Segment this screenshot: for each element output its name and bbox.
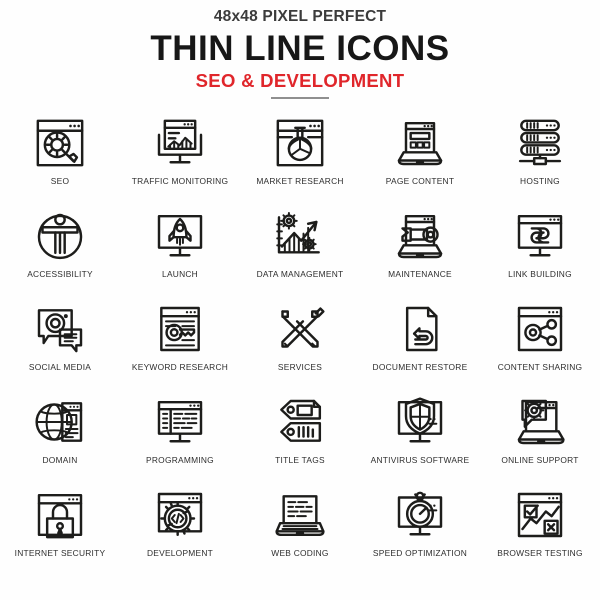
icon-label: DATA MANAGEMENT bbox=[256, 269, 344, 279]
icon-label: WEB CODING bbox=[271, 548, 329, 558]
icon-label: TRAFFIC MONITORING bbox=[131, 176, 229, 186]
icon-label: LAUNCH bbox=[162, 269, 198, 279]
icon-label: SEO bbox=[50, 176, 70, 186]
icon-label: LINK BUILDING bbox=[508, 269, 572, 279]
icon-label: SERVICES bbox=[277, 362, 323, 372]
globe-document-icon bbox=[27, 391, 93, 453]
laptop-layout-blocks-icon bbox=[387, 112, 453, 174]
browser-check-cross-chart-icon bbox=[507, 484, 573, 546]
browser-key-icon bbox=[147, 298, 213, 360]
icon-row: ACCESSIBILITY LAUNCH DATA MANAGEMENT MAI… bbox=[0, 205, 600, 298]
icon-label: MAINTENANCE bbox=[388, 269, 452, 279]
icon-row: SEO TRAFFIC MONITORING MARKET RESEARCH P… bbox=[0, 112, 600, 205]
icon-cell-title-tags[interactable]: TITLE TAGS bbox=[240, 391, 360, 484]
icon-cell-antivirus-software[interactable]: ANTIVIRUS SOFTWARE bbox=[360, 391, 480, 484]
laptop-wrench-icon bbox=[387, 205, 453, 267]
server-stack-icon bbox=[507, 112, 573, 174]
page-header: 48x48 PIXEL PERFECT THIN LINE ICONS SEO … bbox=[0, 0, 600, 99]
icon-row: SOCIAL MEDIA KEYWORD RESEARCH SERVICES D… bbox=[0, 298, 600, 391]
icon-label: BROWSER TESTING bbox=[497, 548, 583, 558]
icon-grid: SEO TRAFFIC MONITORING MARKET RESEARCH P… bbox=[0, 112, 600, 577]
browser-padlock-icon bbox=[27, 484, 93, 546]
wrench-pencil-cross-icon bbox=[267, 298, 333, 360]
icon-label: KEYWORD RESEARCH bbox=[131, 362, 229, 372]
icon-cell-social-media[interactable]: SOCIAL MEDIA bbox=[0, 298, 120, 391]
monitor-chain-link-icon bbox=[507, 205, 573, 267]
icon-label: ONLINE SUPPORT bbox=[501, 455, 579, 465]
icon-label: CONTENT SHARING bbox=[497, 362, 583, 372]
accessibility-person-circle-icon bbox=[27, 205, 93, 267]
document-undo-arrow-icon bbox=[387, 298, 453, 360]
icon-label: DEVELOPMENT bbox=[146, 548, 214, 558]
icon-cell-traffic-monitoring[interactable]: TRAFFIC MONITORING bbox=[120, 112, 240, 205]
icon-label: INTERNET SECURITY bbox=[14, 548, 106, 558]
monitor-stopwatch-icon bbox=[387, 484, 453, 546]
browser-magnifier-gear-icon bbox=[27, 112, 93, 174]
browser-flask-pie-icon bbox=[267, 112, 333, 174]
icon-cell-browser-testing[interactable]: BROWSER TESTING bbox=[480, 484, 600, 577]
page-title: THIN LINE ICONS bbox=[150, 28, 450, 68]
icon-label: PROGRAMMING bbox=[146, 455, 214, 465]
icon-cell-internet-security[interactable]: INTERNET SECURITY bbox=[0, 484, 120, 577]
icon-cell-data-management[interactable]: DATA MANAGEMENT bbox=[240, 205, 360, 298]
icon-label: PAGE CONTENT bbox=[385, 176, 455, 186]
icon-cell-link-building[interactable]: LINK BUILDING bbox=[480, 205, 600, 298]
header-subtitle: SEO & DEVELOPMENT bbox=[195, 70, 405, 92]
monitor-bar-chart-icon bbox=[147, 112, 213, 174]
icon-cell-launch[interactable]: LAUNCH bbox=[120, 205, 240, 298]
icon-set-page: 48x48 PIXEL PERFECT THIN LINE ICONS SEO … bbox=[0, 0, 600, 600]
monitor-rocket-icon bbox=[147, 205, 213, 267]
icon-label: ANTIVIRUS SOFTWARE bbox=[370, 455, 470, 465]
icon-cell-market-research[interactable]: MARKET RESEARCH bbox=[240, 112, 360, 205]
browser-gear-code-icon bbox=[147, 484, 213, 546]
icon-cell-content-sharing[interactable]: CONTENT SHARING bbox=[480, 298, 600, 391]
monitor-code-lines-icon bbox=[147, 391, 213, 453]
icon-cell-domain[interactable]: DOMAIN bbox=[0, 391, 120, 484]
laptop-code-icon bbox=[267, 484, 333, 546]
icon-cell-hosting[interactable]: HOSTING bbox=[480, 112, 600, 205]
icon-cell-development[interactable]: DEVELOPMENT bbox=[120, 484, 240, 577]
icon-label: SPEED OPTIMIZATION bbox=[372, 548, 468, 558]
icon-cell-programming[interactable]: PROGRAMMING bbox=[120, 391, 240, 484]
icon-row: INTERNET SECURITY DEVELOPMENT WEB CODING… bbox=[0, 484, 600, 577]
icon-label: DOMAIN bbox=[42, 455, 78, 465]
icon-label: SOCIAL MEDIA bbox=[28, 362, 92, 372]
header-kicker: 48x48 PIXEL PERFECT bbox=[213, 8, 387, 25]
icon-label: MARKET RESEARCH bbox=[256, 176, 344, 186]
icon-cell-keyword-research[interactable]: KEYWORD RESEARCH bbox=[120, 298, 240, 391]
monitor-shield-icon bbox=[387, 391, 453, 453]
icon-label: HOSTING bbox=[520, 176, 560, 186]
icon-cell-speed-optimization[interactable]: SPEED OPTIMIZATION bbox=[360, 484, 480, 577]
header-divider bbox=[271, 96, 329, 99]
icon-label: DOCUMENT RESTORE bbox=[372, 362, 468, 372]
two-tags-icon bbox=[267, 391, 333, 453]
icon-cell-accessibility[interactable]: ACCESSIBILITY bbox=[0, 205, 120, 298]
browser-share-network-icon bbox=[507, 298, 573, 360]
icon-cell-online-support[interactable]: ONLINE SUPPORT bbox=[480, 391, 600, 484]
icon-cell-web-coding[interactable]: WEB CODING bbox=[240, 484, 360, 577]
chat-bubble-camera-icon bbox=[27, 298, 93, 360]
icon-cell-page-content[interactable]: PAGE CONTENT bbox=[360, 112, 480, 205]
icon-row: DOMAIN PROGRAMMING TITLE TAGS ANTIVIRUS … bbox=[0, 391, 600, 484]
icon-cell-document-restore[interactable]: DOCUMENT RESTORE bbox=[360, 298, 480, 391]
icon-cell-services[interactable]: SERVICES bbox=[240, 298, 360, 391]
icon-cell-seo[interactable]: SEO bbox=[0, 112, 120, 205]
icon-label: ACCESSIBILITY bbox=[27, 269, 93, 279]
icon-cell-maintenance[interactable]: MAINTENANCE bbox=[360, 205, 480, 298]
icon-label: TITLE TAGS bbox=[275, 455, 325, 465]
laptop-gear-chat-icon bbox=[507, 391, 573, 453]
growth-chart-gears-icon bbox=[267, 205, 333, 267]
